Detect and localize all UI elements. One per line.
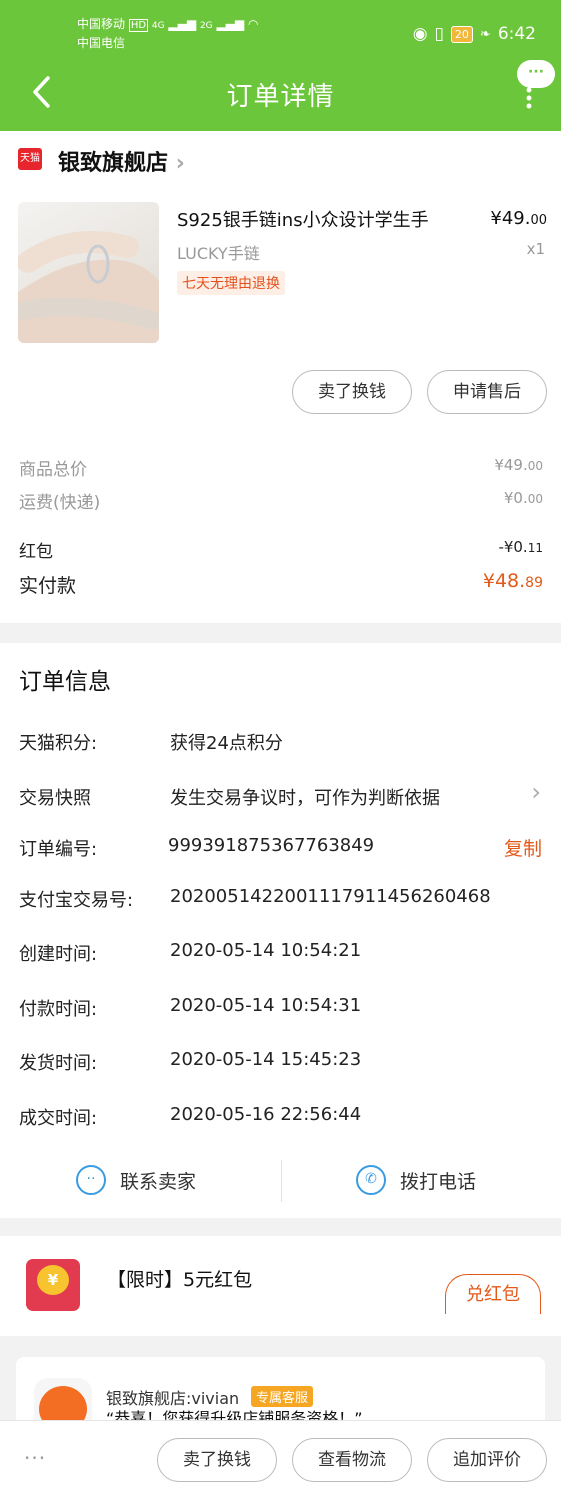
points-label: 天猫积分: <box>19 733 98 754</box>
bottom-sell-button[interactable]: 卖了换钱 <box>157 1438 277 1482</box>
snapshot-chevron-icon[interactable]: › <box>531 778 541 806</box>
copy-button[interactable]: 复制 <box>504 834 542 861</box>
product-image[interactable] <box>18 202 159 343</box>
redpacket-value: -¥0.11 <box>498 538 543 556</box>
redpacket-label: 红包 <box>19 542 53 562</box>
product-price: ¥49.00 <box>490 208 547 229</box>
clock-time: 6:42 <box>497 24 536 44</box>
message-bubble-icon[interactable]: ··· <box>517 60 555 88</box>
goods-total-value: ¥49.00 <box>494 456 543 474</box>
red-packet-icon: ¥ <box>26 1259 80 1311</box>
wifi-icon: ◠ <box>247 17 259 31</box>
created-time-label: 创建时间: <box>19 944 98 965</box>
after-sale-button[interactable]: 申请售后 <box>427 370 547 414</box>
call-phone-button[interactable]: ✆ 拨打电话 <box>356 1165 476 1195</box>
chevron-right-icon: › <box>175 151 185 176</box>
leaf-icon: ❧ <box>479 26 491 42</box>
redeem-redpacket-button[interactable]: 兑红包 <box>445 1274 541 1314</box>
sell-for-cash-button[interactable]: 卖了换钱 <box>292 370 412 414</box>
tmall-logo-icon: 天猫 <box>18 148 42 170</box>
created-time-value: 2020-05-14 10:54:21 <box>170 940 362 961</box>
order-number-label: 订单编号: <box>19 839 98 860</box>
product-spec: LUCKY手链 <box>177 244 260 263</box>
shipped-time-value: 2020-05-14 15:45:23 <box>170 1049 362 1070</box>
shipping-value: ¥0.00 <box>503 489 543 507</box>
snapshot-value[interactable]: 发生交易争议时，可作为判断依据 <box>170 784 440 810</box>
shipping-label: 运费(快递) <box>19 493 101 513</box>
return-policy-tag: 七天无理由退换 <box>177 271 285 295</box>
vibrate-icon: ▯ <box>434 24 444 44</box>
service-message: “恭喜！您获得升级店铺服务资格！” <box>106 1409 363 1420</box>
status-right: ◉ ▯ 20 ❧ 6:42 <box>413 24 536 44</box>
product-quantity: x1 <box>526 240 545 258</box>
paid-time-value: 2020-05-14 10:54:31 <box>170 995 362 1016</box>
goods-total-label: 商品总价 <box>19 460 87 480</box>
points-value: 获得24点积分 <box>170 733 283 754</box>
page-title: 订单详情 <box>226 82 335 112</box>
alipay-no-value: 2020051422001117911456260468 <box>170 886 491 907</box>
view-logistics-button[interactable]: 查看物流 <box>292 1438 412 1482</box>
more-vertical-icon[interactable] <box>525 86 533 110</box>
contact-divider <box>281 1160 282 1202</box>
bracelet-photo-icon <box>18 231 159 343</box>
status-carriers: 中国移动 HD 4G ▂▄▆ 2G ▂▄▆ ◠ 中国电信 <box>77 17 259 50</box>
order-info-heading: 订单信息 <box>19 669 111 695</box>
eye-icon: ◉ <box>412 24 428 44</box>
order-number-value: 999391875367763849 <box>168 835 375 856</box>
service-badge: 专属客服 <box>251 1386 314 1407</box>
promo-text: 【限时】5元红包 <box>107 1269 253 1291</box>
battery-indicator: 20 <box>450 25 473 43</box>
snapshot-label[interactable]: 交易快照 <box>19 784 91 810</box>
add-review-button[interactable]: 追加评价 <box>427 1438 547 1482</box>
alipay-no-label: 支付宝交易号: <box>19 890 134 911</box>
deal-time-label: 成交时间: <box>19 1108 98 1129</box>
more-actions-icon[interactable]: ··· <box>24 1446 46 1470</box>
paid-time-label: 付款时间: <box>19 999 98 1020</box>
product-title[interactable]: S925银手链ins小众设计学生手 <box>177 206 429 232</box>
deal-time-value: 2020-05-16 22:56:44 <box>170 1104 362 1125</box>
chat-icon: ·· <box>76 1165 106 1195</box>
paid-label: 实付款 <box>19 575 77 597</box>
shop-name[interactable]: 银致旗舰店 › <box>58 145 185 177</box>
contact-seller-button[interactable]: ·· 联系卖家 <box>76 1165 196 1195</box>
phone-icon: ✆ <box>356 1165 386 1195</box>
paid-value: ¥48.89 <box>482 570 543 592</box>
shipped-time-label: 发货时间: <box>19 1053 98 1074</box>
